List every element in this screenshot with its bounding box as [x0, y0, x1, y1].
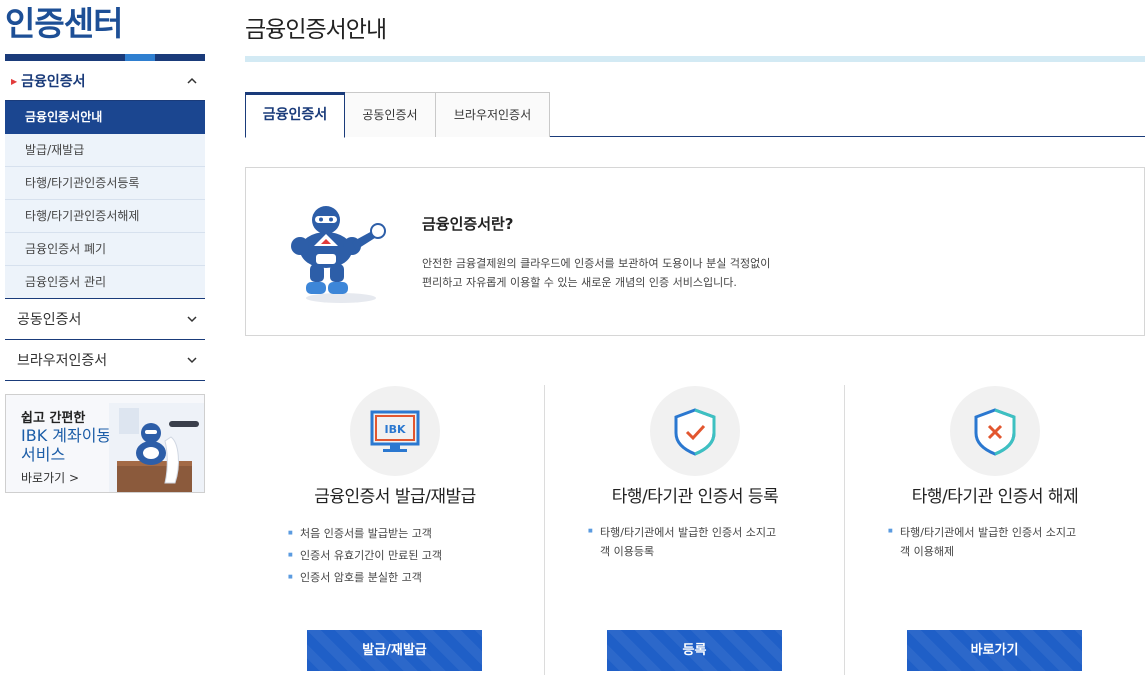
shield-x-icon	[974, 408, 1016, 456]
chevron-up-icon	[187, 77, 197, 84]
sidebar: 인증센터 ▶ 금융인증서 금융인증서안내 발급/재발급 타행/타기관인증서등록 타…	[5, 0, 205, 381]
tab-browser-cert[interactable]: 브라우저인증서	[435, 92, 550, 137]
banner-illustration	[109, 403, 204, 492]
card-issue-title: 금융인증서 발급/재발급	[314, 487, 476, 507]
intro-line2: 편리하고 자유롭게 이용할 수 있는 새로운 개념의 인증 서비스입니다.	[422, 276, 737, 289]
submenu-item-register[interactable]: 타행/타기관인증서등록	[5, 167, 205, 200]
intro-box: 금융인증서란? 안전한 금융결제원의 클라우드에 인증서를 보관하여 도용이나 …	[245, 167, 1145, 336]
register-button[interactable]: 등록	[607, 630, 782, 671]
menu-browser-cert[interactable]: 브라우저인증서	[5, 340, 205, 381]
tab-financial-cert[interactable]: 금융인증서	[245, 92, 345, 138]
intro-description: 안전한 금융결제원의 클라우드에 인증서를 보관하여 도용이나 분실 걱정없이 …	[422, 254, 770, 292]
card-register-desc2: 객 이용등록	[600, 545, 655, 558]
bullet-icon: ▶	[11, 77, 18, 86]
card-issue-bullets: 처음 인증서를 발급받는 고객 인증서 유효기간이 만료된 고객 인증서 암호를…	[288, 522, 442, 589]
page-root: 인증센터 ▶ 금융인증서 금융인증서안내 발급/재발급 타행/타기관인증서등록 타…	[0, 0, 1148, 675]
card-issue: IBK 금융인증서 발급/재발급 처음 인증서를 발급받는 고객 인증서 유효기…	[245, 385, 545, 675]
svg-text:IBK: IBK	[384, 423, 405, 436]
sidebar-title-bar	[5, 54, 205, 61]
shield-check-icon	[674, 408, 716, 456]
sidebar-title: 인증센터	[5, 4, 123, 43]
card-unregister: 타행/타기관 인증서 해제 타행/타기관에서 발급한 인증서 소지고 객 이용해…	[845, 385, 1145, 675]
banner-line1: 쉽고 간편한	[21, 411, 86, 426]
menu-joint-cert-label: 공동인증서	[17, 312, 82, 328]
card-unregister-desc: 타행/타기관에서 발급한 인증서 소지고 객 이용해제	[888, 522, 1118, 561]
list-item: 처음 인증서를 발급받는 고객	[288, 522, 442, 545]
account-transfer-banner[interactable]: 쉽고 간편한 IBK 계좌이동 서비스 바로가기 >	[5, 394, 205, 493]
robot-mascot-icon	[291, 206, 386, 303]
card-register-title: 타행/타기관 인증서 등록	[611, 487, 779, 507]
service-cards: IBK 금융인증서 발급/재발급 처음 인증서를 발급받는 고객 인증서 유효기…	[245, 385, 1145, 675]
go-button[interactable]: 바로가기	[907, 630, 1082, 671]
issue-button[interactable]: 발급/재발급	[307, 630, 482, 671]
financial-cert-submenu: 금융인증서안내 발급/재발급 타행/타기관인증서등록 타행/타기관인증서해제 금…	[5, 101, 205, 299]
menu-joint-cert[interactable]: 공동인증서	[5, 299, 205, 340]
menu-financial-cert-label: 금융인증서	[21, 73, 86, 90]
page-title: 금융인증서안내	[245, 17, 387, 43]
submenu-item-unregister[interactable]: 타행/타기관인증서해제	[5, 200, 205, 233]
card-icon-circle: IBK	[350, 386, 440, 476]
intro-line1: 안전한 금융결제원의 클라우드에 인증서를 보관하여 도용이나 분실 걱정없이	[422, 257, 771, 270]
chevron-down-icon	[187, 316, 197, 323]
card-icon-circle	[950, 386, 1040, 476]
card-unregister-desc2: 객 이용해제	[900, 545, 955, 558]
submenu-item-issue[interactable]: 발급/재발급	[5, 134, 205, 167]
ibk-monitor-icon: IBK	[370, 410, 420, 452]
list-item: 인증서 유효기간이 만료된 고객	[288, 544, 442, 567]
card-register-desc1: 타행/타기관에서 발급한 인증서 소지고	[600, 526, 777, 539]
card-unregister-desc1: 타행/타기관에서 발급한 인증서 소지고	[900, 526, 1077, 539]
banner-link[interactable]: 바로가기 >	[21, 469, 79, 486]
card-icon-circle	[650, 386, 740, 476]
submenu-item-revoke[interactable]: 금융인증서 폐기	[5, 233, 205, 266]
submenu-item-guide[interactable]: 금융인증서안내	[5, 101, 205, 134]
intro-heading: 금융인증서란?	[422, 215, 514, 233]
card-register: 타행/타기관 인증서 등록 타행/타기관에서 발급한 인증서 소지고 객 이용등…	[545, 385, 845, 675]
menu-browser-cert-label: 브라우저인증서	[17, 353, 108, 369]
list-item: 인증서 암호를 분실한 고객	[288, 566, 442, 589]
tab-joint-cert[interactable]: 공동인증서	[344, 92, 436, 137]
title-divider	[245, 56, 1145, 62]
chevron-down-icon	[187, 357, 197, 364]
menu-financial-cert[interactable]: ▶ 금융인증서	[5, 61, 205, 101]
cert-tabs: 금융인증서 공동인증서 브라우저인증서	[245, 92, 1145, 138]
submenu-item-manage[interactable]: 금융인증서 관리	[5, 266, 205, 299]
card-unregister-title: 타행/타기관 인증서 해제	[911, 487, 1079, 507]
card-register-desc: 타행/타기관에서 발급한 인증서 소지고 객 이용등록	[588, 522, 818, 561]
